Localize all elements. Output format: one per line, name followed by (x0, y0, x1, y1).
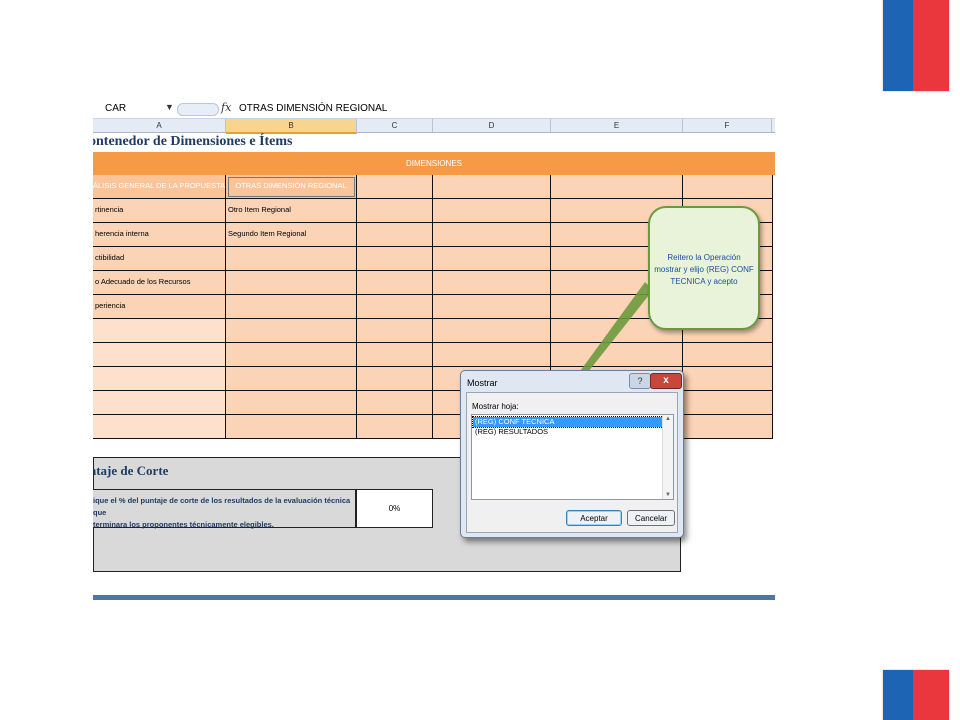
dialog-body: Mostrar hoja: (REG) CONF TECNICA (REG) R… (466, 392, 678, 533)
callout-pointer (546, 282, 653, 420)
callout-note: Reitero la Operación mostrar y elijo (RE… (648, 206, 760, 330)
aceptar-button[interactable]: Aceptar (566, 510, 622, 526)
sheet-list[interactable]: (REG) CONF TECNICA (REG) RESULTADOS ▲ ▼ (471, 414, 674, 500)
scroll-up-icon[interactable]: ▲ (663, 416, 673, 422)
scroll-down-icon[interactable]: ▼ (663, 492, 673, 498)
list-item-conf-tecnica[interactable]: (REG) CONF TECNICA (472, 416, 664, 428)
list-scrollbar[interactable]: ▲ ▼ (662, 415, 673, 499)
cancelar-button[interactable]: Cancelar (627, 510, 675, 526)
mostrar-hoja-label: Mostrar hoja: (472, 402, 519, 411)
list-item-resultados[interactable]: (REG) RESULTADOS (473, 427, 663, 437)
close-button[interactable]: x (650, 373, 682, 389)
callout-text: Reitero la Operación mostrar y elijo (RE… (654, 253, 754, 286)
help-button[interactable]: ? (629, 373, 651, 389)
dialog-title: Mostrar (467, 378, 498, 388)
mostrar-dialog: Mostrar ? x Mostrar hoja: (REG) CONF TEC… (460, 370, 684, 538)
